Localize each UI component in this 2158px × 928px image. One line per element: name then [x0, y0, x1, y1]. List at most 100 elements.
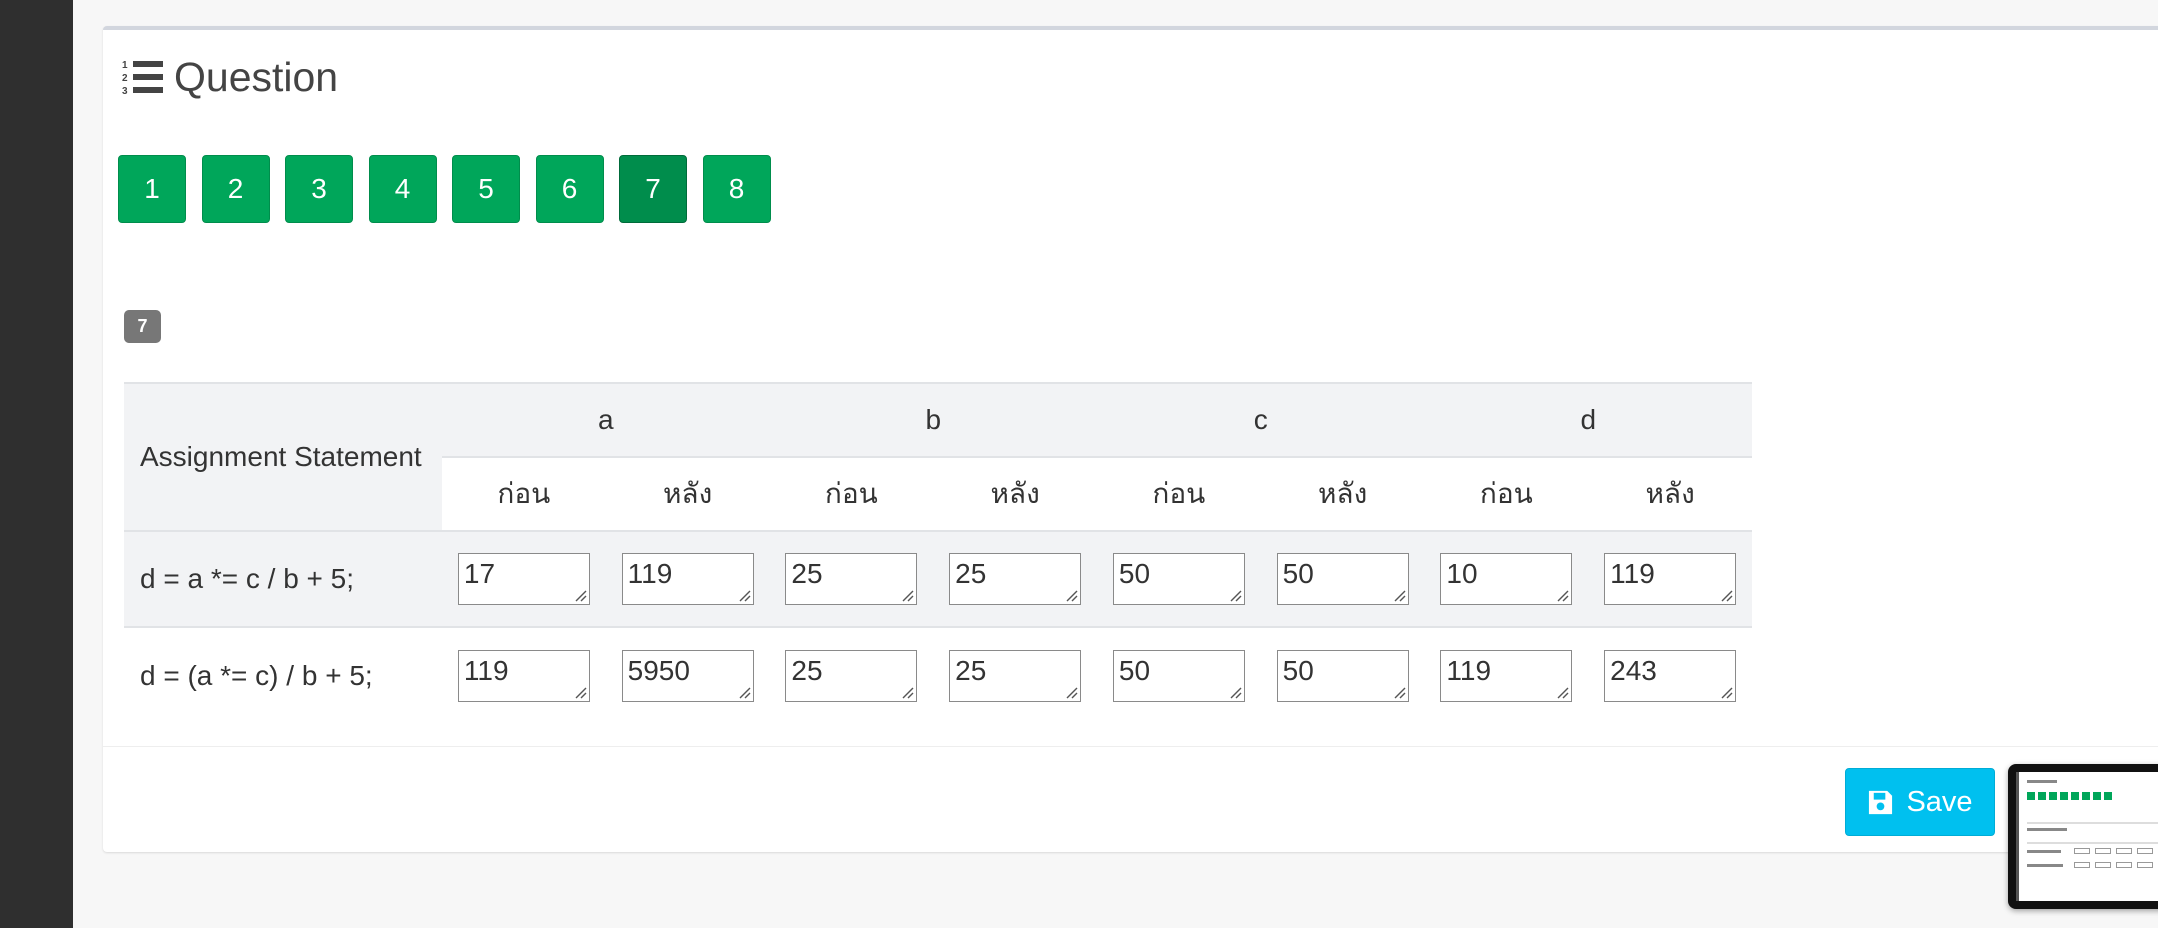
question-panel: 1 2 3 Question 1 2 3 4 5 6 7 8 7 Assignm…	[103, 26, 2158, 852]
resize-grip-icon[interactable]	[900, 588, 914, 602]
b-after-input[interactable]: 25	[949, 649, 1082, 702]
input-value: 5950	[627, 654, 690, 686]
a-before-input[interactable]: 17	[457, 553, 590, 605]
input-value: 25	[791, 654, 823, 686]
save-button-label: Save	[1906, 785, 1973, 818]
thumbnail-title-line	[2027, 780, 2057, 783]
subheader-before: ก่อน	[442, 456, 606, 531]
thumbnail-text-line	[2027, 864, 2063, 867]
statement-cell: d = (a *= c) / b + 5;	[124, 626, 442, 723]
input-value: 10	[1446, 558, 1478, 589]
thumbnail-table-line	[2027, 822, 2158, 824]
b-before-input[interactable]: 25	[785, 553, 918, 605]
c-before-input[interactable]: 50	[1112, 649, 1245, 702]
resize-grip-icon[interactable]	[573, 685, 587, 699]
resize-grip-icon[interactable]	[1228, 588, 1242, 602]
resize-grip-icon[interactable]	[1064, 685, 1078, 699]
resize-grip-icon[interactable]	[737, 588, 751, 602]
resize-grip-icon[interactable]	[900, 685, 914, 699]
c-after-input[interactable]: 50	[1276, 649, 1409, 702]
thumbnail-input	[2095, 848, 2111, 854]
thumbnail-nav-button	[2093, 792, 2101, 800]
resize-grip-icon[interactable]	[1719, 685, 1733, 699]
floppy-disk-icon	[1869, 790, 1893, 814]
thumbnail-nav-button	[2071, 792, 2079, 800]
table-row: d = a *= c / b + 5; 17 119 25 25 50 50 1…	[124, 530, 1752, 627]
input-value: 25	[791, 558, 823, 589]
left-sidebar	[0, 0, 73, 928]
variable-header-b: b	[769, 382, 1097, 457]
input-value: 50	[1118, 654, 1151, 686]
input-value: 119	[1446, 654, 1492, 686]
thumbnail-input	[2116, 848, 2132, 854]
screenshot-thumbnail[interactable]	[2008, 764, 2158, 909]
b-after-input[interactable]: 25	[949, 553, 1082, 605]
d-before-input[interactable]: 10	[1440, 553, 1573, 605]
resize-grip-icon[interactable]	[573, 588, 587, 602]
input-value: 17	[463, 558, 496, 589]
svg-text:2: 2	[122, 73, 128, 84]
assignment-table: Assignment Statement a b c d ก่อน หลัง ก…	[124, 382, 1752, 723]
thumbnail-text-line	[2027, 850, 2061, 853]
question-button-1[interactable]: 1	[118, 155, 186, 223]
input-value: 50	[1118, 558, 1151, 589]
thumbnail-input	[2074, 848, 2090, 854]
subheader-before: ก่อน	[1424, 456, 1589, 531]
thumbnail-nav-button	[2049, 792, 2057, 800]
thumbnail-text-line	[2027, 828, 2067, 831]
resize-grip-icon[interactable]	[1228, 685, 1242, 699]
table-row: d = (a *= c) / b + 5; 119 5950 25 25 50 …	[124, 626, 1752, 723]
c-after-input[interactable]: 50	[1276, 553, 1409, 605]
question-navigation: 1 2 3 4 5 6 7 8	[118, 155, 786, 223]
input-value: 25	[955, 558, 987, 589]
a-after-input[interactable]: 119	[621, 553, 754, 605]
resize-grip-icon[interactable]	[737, 685, 751, 699]
thumbnail-nav-button	[2038, 792, 2046, 800]
subheader-before: ก่อน	[1097, 456, 1261, 531]
b-before-input[interactable]: 25	[785, 649, 918, 702]
input-value: 25	[955, 654, 987, 686]
thumbnail-nav-button	[2104, 792, 2112, 800]
subheader-after: หลัง	[605, 456, 770, 531]
resize-grip-icon[interactable]	[1064, 588, 1078, 602]
resize-grip-icon[interactable]	[1555, 685, 1569, 699]
question-button-4[interactable]: 4	[368, 155, 437, 223]
d-after-input[interactable]: 119	[1604, 553, 1737, 605]
question-button-8[interactable]: 8	[702, 155, 771, 223]
thumbnail-nav-button	[2082, 792, 2090, 800]
d-before-input[interactable]: 119	[1440, 649, 1573, 702]
statement-cell: d = a *= c / b + 5;	[124, 530, 442, 627]
thumbnail-input	[2137, 862, 2153, 868]
variable-header-c: c	[1097, 382, 1425, 457]
subheader-after: หลัง	[1260, 456, 1425, 531]
assignment-statement-header: Assignment Statement	[124, 382, 442, 531]
a-before-input[interactable]: 119	[457, 649, 590, 702]
thumbnail-nav-button	[2060, 792, 2068, 800]
input-value: 243	[1610, 654, 1657, 686]
subheader-after: หลัง	[933, 456, 1097, 531]
d-after-input[interactable]: 243	[1604, 649, 1737, 702]
question-number-badge: 7	[124, 310, 161, 343]
list-ol-icon: 1 2 3	[122, 60, 163, 96]
c-before-input[interactable]: 50	[1112, 553, 1245, 605]
question-button-5[interactable]: 5	[452, 155, 520, 223]
thumbnail-table-line	[2027, 842, 2158, 844]
question-button-2[interactable]: 2	[201, 155, 270, 223]
save-button[interactable]: Save	[1845, 768, 1995, 836]
question-button-6[interactable]: 6	[535, 155, 604, 223]
subheader-after: หลัง	[1588, 456, 1752, 531]
thumbnail-input	[2095, 862, 2111, 868]
question-button-7[interactable]: 7	[619, 155, 687, 223]
input-value: 50	[1282, 558, 1314, 589]
subheader-before: ก่อน	[769, 456, 934, 531]
panel-header: 1 2 3 Question	[122, 52, 338, 102]
resize-grip-icon[interactable]	[1555, 588, 1569, 602]
question-button-3[interactable]: 3	[285, 155, 353, 223]
resize-grip-icon[interactable]	[1392, 588, 1406, 602]
a-after-input[interactable]: 5950	[621, 649, 754, 702]
resize-grip-icon[interactable]	[1392, 685, 1406, 699]
input-value: 50	[1282, 654, 1314, 686]
svg-text:1: 1	[122, 60, 128, 71]
resize-grip-icon[interactable]	[1719, 588, 1733, 602]
thumbnail-nav-button	[2027, 792, 2035, 800]
